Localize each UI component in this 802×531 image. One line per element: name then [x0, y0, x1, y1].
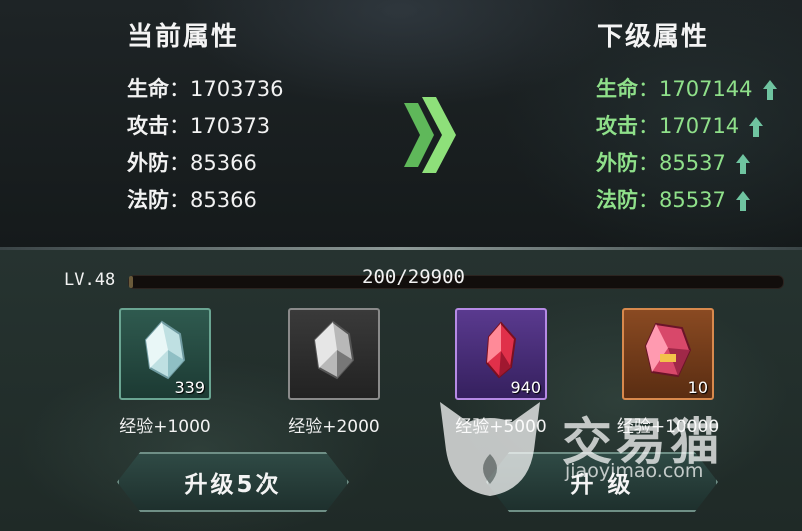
experience-text: 200/29900: [362, 266, 465, 288]
stat-label: 攻击: [596, 114, 638, 138]
current-stats: 生命： 1703736 攻击： 170373 外防： 85366 法防： 85366: [127, 71, 284, 219]
upgrade-button[interactable]: 升 级: [486, 452, 718, 512]
exp-item-10000[interactable]: 10: [622, 308, 714, 400]
stat-value: 85537: [659, 188, 726, 212]
current-stat-magic-defense: 法防： 85366: [127, 182, 284, 219]
stat-value: 85537: [659, 151, 726, 175]
item-count: 940: [510, 378, 541, 397]
stat-label: 生命: [596, 77, 638, 101]
stat-value: 1703736: [190, 77, 284, 101]
stat-value: 1707144: [659, 77, 753, 101]
double-chevron-right-icon: [404, 97, 456, 173]
grey-crystal-icon: [313, 321, 355, 380]
item-exp-label: 经验+5000: [455, 417, 547, 437]
stat-label: 外防: [596, 151, 638, 175]
stat-label: 生命: [127, 77, 169, 101]
stat-label: 法防: [596, 188, 638, 212]
current-stat-hp: 生命： 1703736: [127, 71, 284, 108]
increase-arrow-icon: [735, 190, 750, 211]
next-stat-physical-defense: 外防： 85537: [596, 145, 777, 182]
stat-value: 170714: [659, 114, 740, 138]
ruby-crystal-icon: [644, 323, 692, 378]
stat-value: 170373: [190, 114, 271, 138]
item-exp-label: 经验+10000: [616, 417, 720, 437]
current-stat-attack: 攻击： 170373: [127, 108, 284, 145]
increase-arrow-icon: [749, 116, 764, 137]
increase-arrow-icon: [762, 79, 777, 100]
red-crystal-icon: [485, 321, 517, 379]
exp-item-5000[interactable]: 940: [455, 308, 547, 400]
next-attributes-title: 下级属性: [597, 22, 710, 52]
stat-value: 85366: [190, 188, 257, 212]
item-count: 10: [687, 378, 708, 397]
increase-arrow-icon: [735, 153, 750, 174]
pale-crystal-icon: [144, 321, 186, 380]
item-exp-label: 经验+2000: [288, 417, 380, 437]
exp-item-2000[interactable]: [288, 308, 380, 400]
stat-label: 攻击: [127, 114, 169, 138]
next-stat-hp: 生命： 1707144: [596, 71, 777, 108]
next-stat-magic-defense: 法防： 85537: [596, 182, 777, 219]
exp-item-1000[interactable]: 339: [119, 308, 211, 400]
item-count: 339: [174, 378, 205, 397]
level-label: LV.48: [64, 270, 116, 290]
stat-value: 85366: [190, 151, 257, 175]
experience-bar-fill: [129, 276, 134, 288]
item-exp-label: 经验+1000: [119, 417, 211, 437]
stat-label: 外防: [127, 151, 169, 175]
stat-label: 法防: [127, 188, 169, 212]
current-attributes-title: 当前属性: [127, 22, 240, 52]
next-stat-attack: 攻击： 170714: [596, 108, 777, 145]
current-stat-physical-defense: 外防： 85366: [127, 145, 284, 182]
upgrade-5-times-button[interactable]: 升级5次: [117, 452, 349, 512]
next-stats: 生命： 1707144 攻击： 170714 外防： 85537 法防： 85537: [596, 71, 777, 219]
button-label: 升 级: [570, 472, 634, 498]
button-label: 升级5次: [184, 472, 282, 498]
